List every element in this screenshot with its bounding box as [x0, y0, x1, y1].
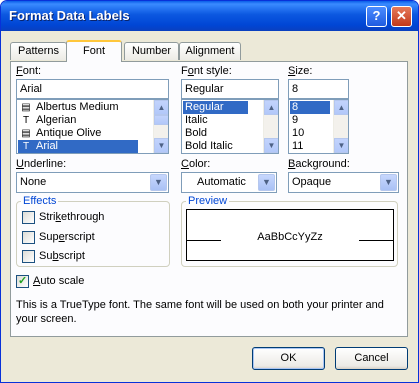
color-dropdown[interactable]: Automatic ▼ [181, 172, 277, 193]
ok-button[interactable]: OK [252, 347, 325, 370]
background-value: Opaque [292, 176, 332, 188]
strikethrough-label: Strikethrough [39, 211, 105, 223]
font-style-scrollbar[interactable]: ▲ ▼ [263, 100, 278, 153]
scroll-down-icon[interactable]: ▼ [154, 138, 168, 153]
list-item[interactable]: ▤ Albertus Medium [18, 101, 118, 114]
background-dropdown[interactable]: Opaque ▼ [288, 172, 399, 193]
underline-dropdown[interactable]: None ▼ [16, 172, 169, 193]
superscript-checkbox[interactable] [22, 231, 35, 244]
font-style-label: Font style: [181, 65, 232, 77]
cancel-button[interactable]: Cancel [335, 347, 408, 370]
preview-title: Preview [186, 195, 230, 207]
color-value: Automatic [197, 176, 246, 188]
scroll-down-icon[interactable]: ▼ [264, 138, 278, 153]
dialog-window: Format Data Labels ? ✕ Patterns Font Num… [0, 0, 419, 383]
close-button[interactable]: ✕ [391, 6, 412, 27]
effects-title: Effects [21, 195, 59, 207]
scroll-up-icon[interactable]: ▲ [264, 100, 278, 115]
list-item[interactable]: Bold [183, 127, 207, 140]
list-item-selected[interactable]: 8 [290, 101, 330, 114]
auto-scale-label: Auto scale [33, 275, 85, 287]
font-tab-panel: Font: Arial ▤ Albertus Medium T Algerian ▤… [10, 61, 408, 337]
checkmark-icon: ✓ [18, 275, 28, 287]
font-list-scrollbar[interactable]: ▲ ▼ [153, 100, 168, 153]
subscript-checkbox[interactable] [22, 250, 35, 263]
list-item[interactable]: 11 [290, 140, 303, 153]
preview-line-right [359, 240, 393, 241]
size-input[interactable]: 8 [288, 79, 349, 99]
preview-sample-text: AaBbCcYyZz [257, 231, 323, 243]
list-item[interactable]: T Algerian [18, 114, 76, 127]
list-item[interactable]: Bold Italic [183, 140, 233, 153]
scroll-up-icon[interactable]: ▲ [334, 100, 348, 115]
list-item[interactable]: 10 [290, 127, 304, 140]
auto-scale-checkbox[interactable]: ✓ [16, 275, 29, 288]
font-style-listbox[interactable]: Regular Italic Bold Bold Italic ▲ ▼ [181, 99, 279, 154]
scroll-thumb[interactable] [154, 115, 168, 125]
truetype-icon: T [22, 140, 30, 152]
window-title: Format Data Labels [9, 8, 130, 23]
font-listbox[interactable]: ▤ Albertus Medium T Algerian ▤ Antique Oliv… [16, 99, 169, 154]
preview-box: AaBbCcYyZz [186, 209, 394, 261]
tab-number[interactable]: Number [124, 42, 179, 60]
font-info-text: This is a TrueType font. The same font w… [16, 299, 384, 325]
printer-font-icon: ▤ [21, 127, 31, 139]
size-scrollbar[interactable]: ▲ ▼ [333, 100, 348, 153]
list-item[interactable]: Italic [183, 114, 208, 127]
font-name-input[interactable]: Arial [16, 79, 169, 99]
printer-font-icon: ▤ [21, 101, 31, 113]
list-item-selected[interactable]: T Arial [18, 140, 138, 153]
strikethrough-checkbox[interactable] [22, 211, 35, 224]
size-listbox[interactable]: 8 9 10 11 ▲ ▼ [288, 99, 349, 154]
font-style-input[interactable]: Regular [181, 79, 279, 99]
list-item[interactable]: ▤ Antique Olive [18, 127, 101, 140]
list-item-selected[interactable]: Regular [183, 101, 248, 114]
size-label: Size: [288, 65, 313, 77]
background-label: Background: [288, 158, 350, 170]
chevron-down-icon[interactable]: ▼ [150, 174, 167, 191]
help-button[interactable]: ? [366, 6, 387, 27]
tab-alignment[interactable]: Alignment [179, 42, 241, 60]
chevron-down-icon[interactable]: ▼ [380, 174, 397, 191]
title-bar: Format Data Labels ? ✕ [1, 1, 418, 31]
list-item[interactable]: 9 [290, 114, 298, 127]
truetype-icon: T [22, 114, 30, 126]
underline-value: None [20, 176, 47, 188]
tab-patterns[interactable]: Patterns [10, 42, 67, 60]
color-label: Color: [181, 158, 211, 170]
chevron-down-icon[interactable]: ▼ [258, 174, 275, 191]
underline-label: Underline: [16, 158, 67, 170]
scroll-up-icon[interactable]: ▲ [154, 100, 168, 115]
scroll-down-icon[interactable]: ▼ [334, 138, 348, 153]
font-label: Font: [16, 65, 42, 77]
superscript-label: Superscript [39, 231, 95, 243]
tab-font[interactable]: Font [66, 40, 122, 62]
subscript-label: Subscript [39, 250, 85, 262]
